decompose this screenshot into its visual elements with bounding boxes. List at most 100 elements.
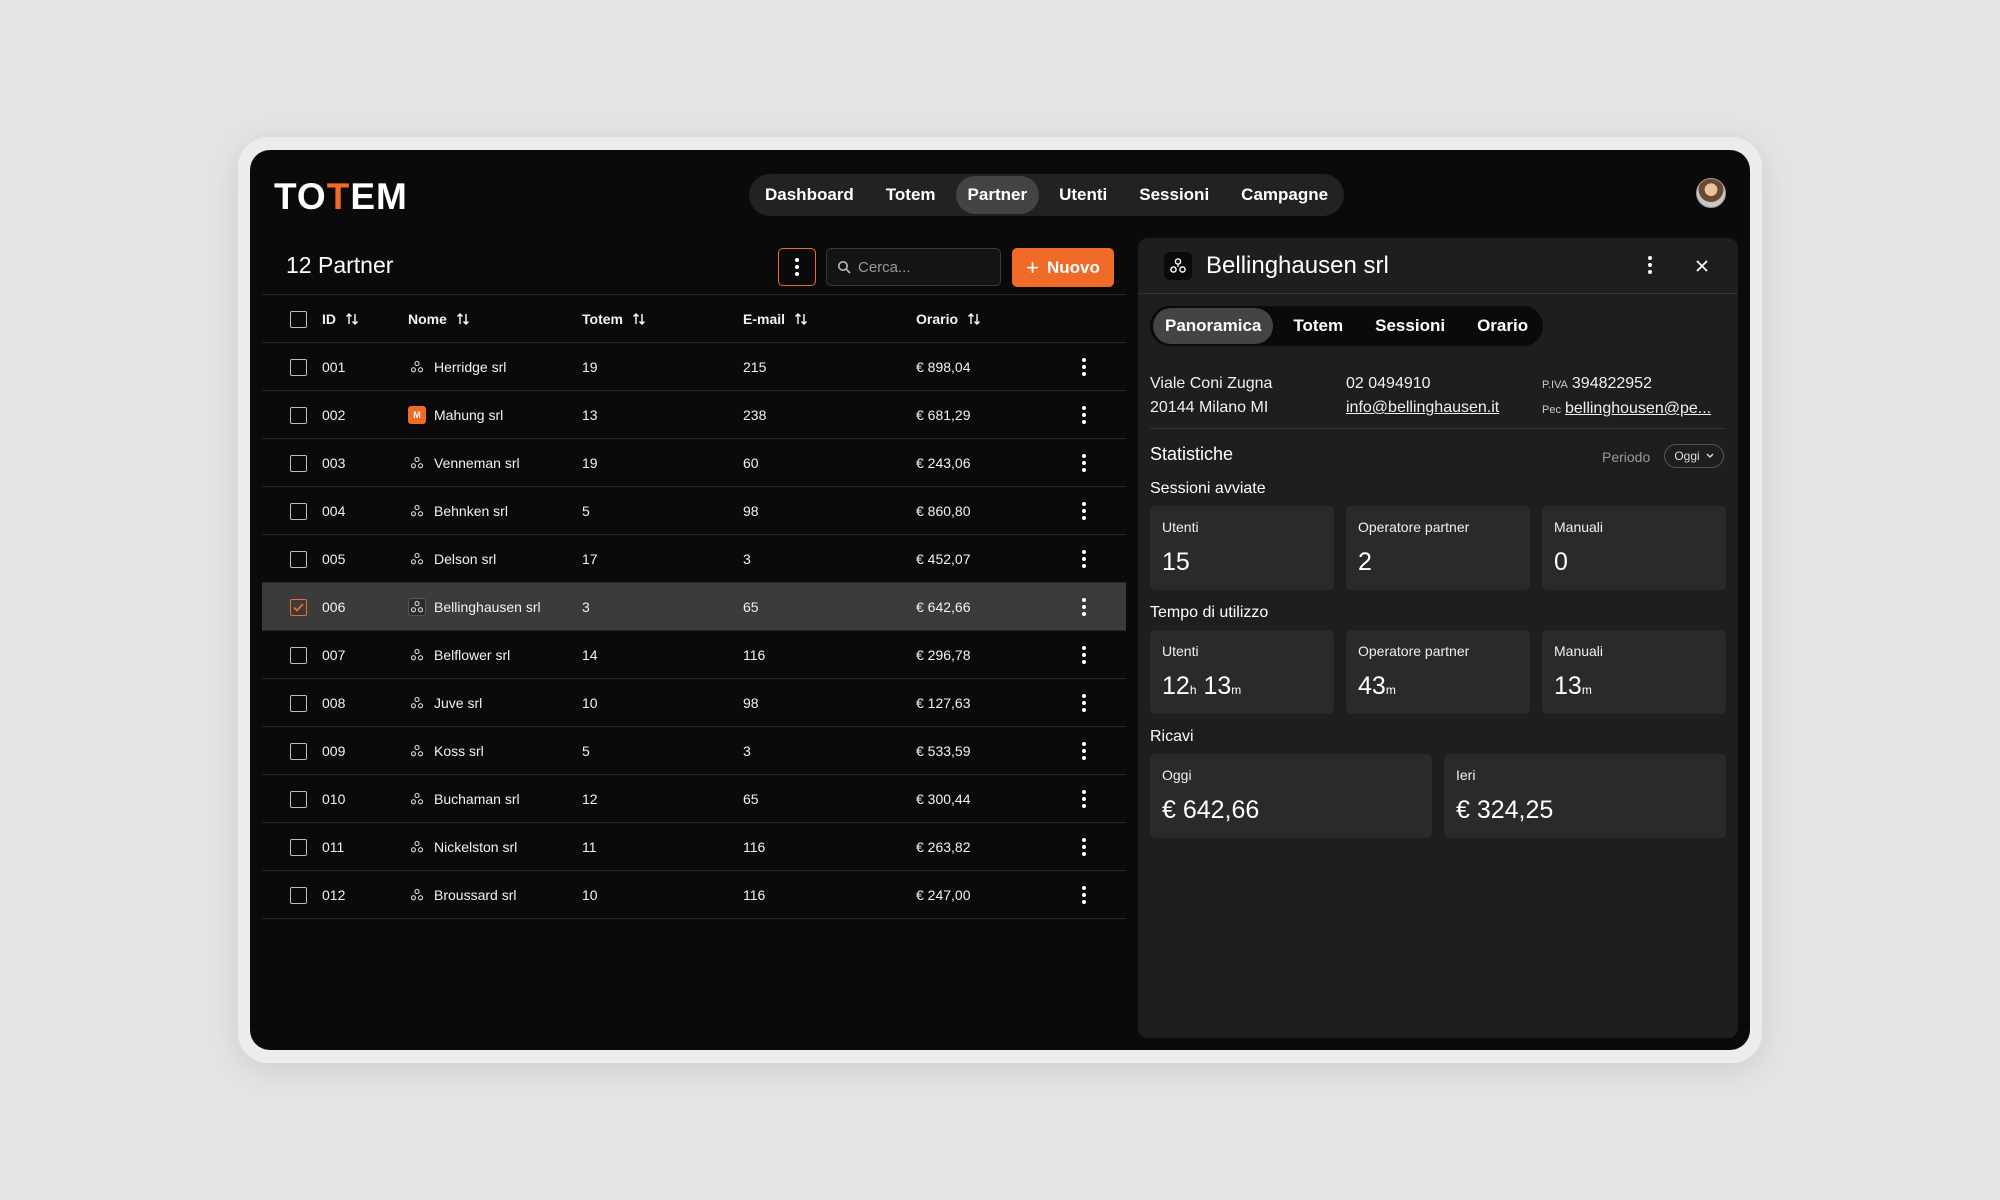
pec-link[interactable]: bellinghousen@pe... [1565, 400, 1711, 417]
row-checkbox[interactable] [290, 406, 307, 424]
row-checkbox[interactable] [290, 838, 307, 856]
table-header: ID Nome Totem E-mail Orario [262, 295, 1126, 343]
detail-tabs: Panoramica Totem Sessioni Orario [1150, 306, 1544, 346]
row-more-button[interactable] [1076, 775, 1092, 823]
nav-campagne[interactable]: Campagne [1229, 176, 1340, 214]
cell-totem: 12 [582, 791, 598, 807]
table-row[interactable]: 002 M Mahung srl 13 238 € 681,29 [262, 391, 1126, 439]
partner-icon [408, 550, 426, 568]
cell-totem: 14 [582, 647, 598, 663]
page-title: 12 Partner [286, 252, 394, 278]
tab-sessioni[interactable]: Sessioni [1363, 308, 1457, 344]
cell-email: 60 [743, 455, 759, 471]
row-more-button[interactable] [1076, 535, 1092, 583]
cell-orario: € 247,00 [916, 887, 971, 903]
table-row[interactable]: 010 Buchaman srl 12 65 € 300,44 [262, 775, 1126, 823]
tab-panoramica[interactable]: Panoramica [1153, 308, 1274, 344]
search-box[interactable] [826, 248, 1001, 286]
table-row[interactable]: 012 Broussard srl 10 116 € 247,00 [262, 871, 1126, 919]
row-more-button[interactable] [1076, 487, 1092, 535]
cell-totem: 13 [582, 407, 598, 423]
row-more-button[interactable] [1076, 631, 1092, 679]
row-more-button[interactable] [1076, 727, 1092, 775]
new-partner-button[interactable]: + Nuovo [1012, 248, 1114, 287]
cell-email: 65 [743, 791, 759, 807]
col-header-id[interactable]: ID [322, 295, 359, 343]
row-more-button[interactable] [1076, 871, 1092, 919]
sort-icon [456, 313, 469, 325]
partner-icon [408, 790, 426, 808]
table-row[interactable]: 004 Behnken srl 5 98 € 860,80 [262, 487, 1126, 535]
revenue-title: Ricavi [1150, 728, 1194, 745]
row-more-button[interactable] [1076, 439, 1092, 487]
usage-title: Tempo di utilizzo [1150, 604, 1269, 621]
table-row[interactable]: 005 Delson srl 17 3 € 452,07 [262, 535, 1126, 583]
col-header-name[interactable]: Nome [408, 295, 470, 343]
address-line1: Viale Coni Zugna [1150, 375, 1273, 392]
row-more-button[interactable] [1076, 391, 1092, 439]
stat-card-sessions-operatore: Operatore partner 2 [1346, 506, 1530, 590]
avatar[interactable] [1696, 178, 1726, 208]
table-row[interactable]: 006 Bellinghausen srl 3 65 € 642,66 [262, 583, 1126, 631]
tab-totem[interactable]: Totem [1281, 308, 1355, 344]
cell-email: 238 [743, 407, 767, 423]
select-all-checkbox[interactable] [290, 310, 307, 328]
table-row[interactable]: 001 Herridge srl 19 215 € 898,04 [262, 343, 1126, 391]
email-link[interactable]: info@bellinghausen.it [1346, 399, 1499, 416]
row-more-button[interactable] [1076, 343, 1092, 391]
nav-partner[interactable]: Partner [955, 176, 1040, 214]
cell-orario: € 296,78 [916, 647, 971, 663]
partner-icon [408, 358, 426, 376]
kebab-icon [1082, 550, 1086, 568]
row-more-button[interactable] [1076, 583, 1092, 631]
close-icon[interactable] [1694, 258, 1710, 274]
row-checkbox[interactable] [290, 886, 307, 904]
cell-orario: € 533,59 [916, 743, 971, 759]
row-checkbox[interactable] [290, 790, 307, 808]
sessions-title: Sessioni avviate [1150, 480, 1266, 497]
stat-card-revenue-oggi: Oggi € 642,66 [1150, 754, 1432, 838]
nav-totem[interactable]: Totem [874, 176, 948, 214]
row-checkbox[interactable] [290, 358, 307, 376]
cell-id: 008 [322, 695, 346, 711]
table-row[interactable]: 007 Belflower srl 14 116 € 296,78 [262, 631, 1126, 679]
period-select[interactable]: Oggi [1664, 444, 1724, 468]
col-header-totem[interactable]: Totem [582, 295, 646, 343]
partner-icon [408, 694, 426, 712]
tab-orario[interactable]: Orario [1465, 308, 1540, 344]
address-block: Viale Coni Zugna 20144 Milano MI [1150, 372, 1272, 420]
col-header-orario[interactable]: Orario [916, 295, 981, 343]
row-more-button[interactable] [1076, 823, 1092, 871]
row-more-button[interactable] [1076, 679, 1092, 727]
nav-sessioni[interactable]: Sessioni [1127, 176, 1221, 214]
table-row[interactable]: 011 Nickelston srl 11 116 € 263,82 [262, 823, 1126, 871]
row-checkbox[interactable] [290, 694, 307, 712]
row-checkbox[interactable] [290, 646, 307, 664]
table-row[interactable]: 009 Koss srl 5 3 € 533,59 [262, 727, 1126, 775]
cell-id: 004 [322, 503, 346, 519]
cell-id: 001 [322, 359, 346, 375]
col-header-email[interactable]: E-mail [743, 295, 808, 343]
totem-logo[interactable]: TOTEM [274, 176, 408, 218]
detail-more-button[interactable] [1648, 256, 1652, 274]
table-row[interactable]: 008 Juve srl 10 98 € 127,63 [262, 679, 1126, 727]
cell-totem: 5 [582, 503, 590, 519]
sort-icon [968, 313, 981, 325]
row-checkbox[interactable] [290, 742, 307, 760]
cell-id: 011 [322, 839, 345, 855]
row-checkbox[interactable] [290, 550, 307, 568]
cell-name: Juve srl [408, 679, 482, 727]
search-input[interactable] [858, 258, 988, 276]
nav-dashboard[interactable]: Dashboard [753, 176, 866, 214]
row-checkbox[interactable] [290, 454, 307, 472]
row-checkbox[interactable] [290, 502, 307, 520]
table-row[interactable]: 003 Venneman srl 19 60 € 243,06 [262, 439, 1126, 487]
detail-header: Bellinghausen srl [1138, 238, 1738, 294]
nav-utenti[interactable]: Utenti [1047, 176, 1119, 214]
kebab-icon [1082, 694, 1086, 712]
row-checkbox[interactable] [290, 598, 307, 616]
list-more-button[interactable] [778, 248, 816, 286]
partner-icon [1164, 252, 1192, 280]
cell-orario: € 642,66 [916, 599, 971, 615]
divider [1150, 428, 1726, 429]
